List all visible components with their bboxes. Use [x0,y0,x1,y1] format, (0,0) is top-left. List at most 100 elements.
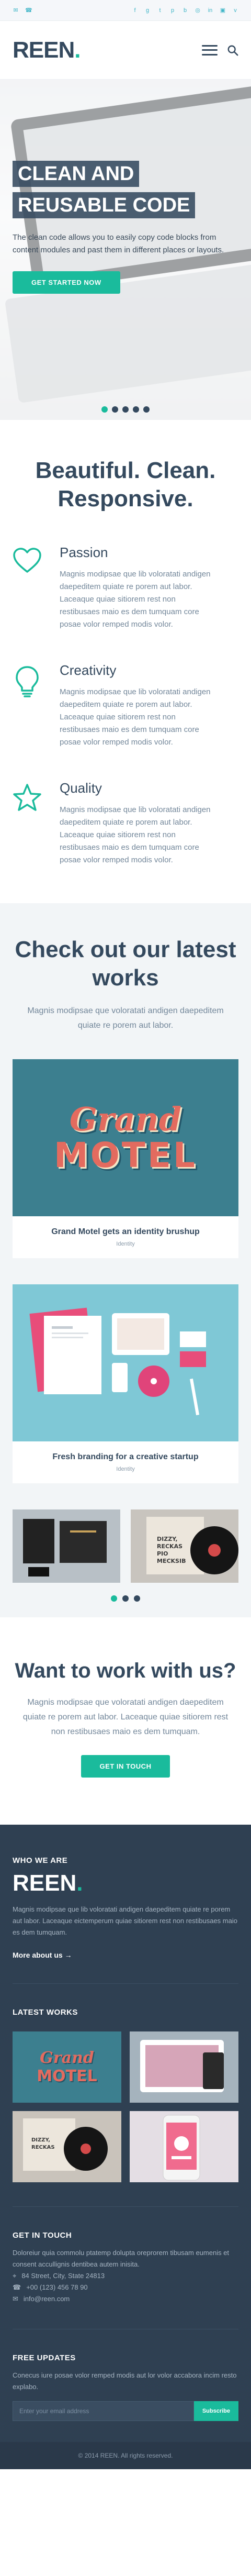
svg-text:PIO: PIO [157,1550,168,1557]
feature-item: Quality Magnis modipsae que lib volorata… [13,780,238,867]
svg-text:RECKAS: RECKAS [31,2145,55,2150]
vinyl-thumbnail[interactable]: DIZZY, RECKAS PIO MECKSIB [131,1509,238,1583]
dribbble-icon[interactable]: ◎ [195,7,201,14]
hero-text: The clean code allows you to easily copy… [13,233,224,254]
carousel-dot[interactable] [111,1595,117,1602]
svg-text:MECKSIB: MECKSIB [157,1558,186,1564]
menu-icon[interactable] [202,45,218,55]
linkedin-icon[interactable]: in [207,7,213,14]
feature-body: Creativity Magnis modipsae que lib volor… [60,662,211,749]
svg-text:DIZZY,: DIZZY, [31,2137,50,2143]
footer-heading: Get in touch [13,2231,72,2240]
pinterest-icon[interactable]: p [169,7,176,14]
card-title[interactable]: Fresh branding for a creative startup [52,1452,198,1462]
logo[interactable]: REEN. [13,37,81,63]
contact-list: ⌖ 84 Street, City, State 24813 ☎ +00 (123)… [13,2270,238,2305]
get-in-touch-button[interactable]: Get in touch [81,1755,170,1778]
email-field[interactable]: Enter your email address [13,2401,194,2421]
latest-work-thumb[interactable] [130,2031,238,2103]
slider-dot[interactable] [133,406,139,413]
hero-content: Clean and Reusable Code The clean code a… [13,158,243,294]
branding-image[interactable] [13,1284,238,1441]
navbar: REEN. [0,21,251,80]
carousel-dot[interactable] [134,1595,140,1602]
google-plus-icon[interactable]: g [144,7,151,14]
grand-motel-art: Grand [69,1100,182,1138]
latest-work-thumb[interactable]: Grand MOTEL [13,2031,121,2103]
heart-icon [13,545,60,631]
star-icon [13,780,60,867]
footer-about: Who we are REEN. Magnis modipsae que lib… [13,1856,238,1984]
branding-illustration [29,1307,206,1415]
twitter-icon[interactable]: t [157,7,163,14]
cta-heading: Want to work with us? [15,1659,236,1682]
grand-motel-art: MOTEL [54,1135,197,1175]
works-thumbnails: DIZZY, RECKAS PIO MECKSIB [13,1509,238,1583]
card-tag: Identity [116,1466,135,1472]
card-tag: Identity [116,1241,135,1247]
search-icon[interactable] [227,45,238,56]
features-section: Beautiful. Clean. Responsive. Passion Ma… [0,420,251,877]
envelope-icon[interactable]: ✉ [13,7,19,14]
footer-logo[interactable]: REEN. [13,1870,238,1896]
footer: Who we are REEN. Magnis modipsae que lib… [0,1825,251,2469]
slider-dot[interactable] [101,406,108,413]
behance-icon[interactable]: b [182,7,188,14]
carousel-dot[interactable] [122,1595,129,1602]
grand-motel-image[interactable]: Grand MOTEL [13,1059,238,1216]
phone-icon[interactable]: ☎ [25,7,32,14]
get-started-button[interactable]: Get started now [13,271,120,294]
cta-text: Magnis modipsae que voloratati andigen d… [22,1698,229,1736]
features-heading: Beautiful. Clean. Responsive. [35,458,216,512]
instagram-icon[interactable]: ▣ [220,7,226,14]
card-caption: Grand Motel gets an identity brushup Ide… [13,1216,238,1258]
more-about-link[interactable]: More about us → [13,1951,238,1959]
works-section: Check out our latest works Magnis modips… [0,903,251,1617]
top-bar: ✉ ☎ f g t p b ◎ in ▣ v [0,0,251,21]
contact-email[interactable]: ✉ info@reen.com [13,2293,238,2305]
facebook-icon[interactable]: f [132,7,138,14]
map-marker-icon: ⌖ [13,2272,17,2280]
footer-heading: Free updates [13,2353,76,2362]
works-text: Magnis modipsae que voloratati andigen d… [27,1006,224,1030]
footer-newsletter: Free updates Conecus iure posae volor re… [13,2353,238,2442]
copyright: © 2014 REEN. All rights reserved. [0,2442,251,2469]
vimeo-icon[interactable]: v [232,7,238,14]
feature-text: Magnis modipsae que lib voloratati andig… [60,570,211,629]
subscribe-button[interactable]: Subscribe [193,2401,238,2421]
slider-dots [0,399,251,420]
feature-body: Passion Magnis modipsae que lib volorata… [60,545,211,631]
envelope-icon: ✉ [13,2295,18,2303]
newsletter-form: Enter your email address Subscribe [13,2401,238,2421]
footer-heading: Who we are [13,1856,68,1865]
arrow-right-icon: → [64,1951,72,1959]
contact-address: ⌖ 84 Street, City, State 24813 [13,2270,238,2282]
svg-text:DIZZY,: DIZZY, [157,1536,178,1542]
slider-dot[interactable] [122,406,129,413]
cta-section: Want to work with us? Magnis modipsae qu… [0,1617,251,1825]
footer-heading: Latest works [13,2008,78,2017]
feature-title: Quality [60,780,102,796]
works-carousel-dots [13,1595,238,1602]
slider-dot[interactable] [112,406,118,413]
latest-work-thumb[interactable] [130,2111,238,2182]
newsletter-text: Conecus iure posae volor remped modis au… [13,2371,237,2391]
latest-work-thumb[interactable]: DIZZY, RECKAS [13,2111,121,2182]
stationery-thumbnail[interactable] [13,1509,120,1583]
svg-text:RECKAS: RECKAS [157,1543,182,1550]
top-bar-contact: ✉ ☎ [13,7,32,14]
feature-text: Magnis modipsae que lib voloratati andig… [60,687,211,747]
footer-about-text: Magnis modipsae que lib voloratati andig… [13,1905,237,1936]
works-heading: Check out our latest works [15,937,236,991]
feature-title: Passion [60,545,108,560]
feature-title: Creativity [60,662,117,678]
contact-phone[interactable]: ☎ +00 (123) 456 78 90 [13,2282,238,2293]
nav-actions [202,45,238,56]
portfolio-card[interactable]: Grand MOTEL Grand Motel gets an identity… [13,1059,238,1258]
card-caption: Fresh branding for a creative startup Id… [13,1441,238,1483]
card-title[interactable]: Grand Motel gets an identity brushup [51,1227,200,1237]
portfolio-card[interactable]: Fresh branding for a creative startup Id… [13,1284,238,1483]
latest-works-grid: Grand MOTEL DIZZY, RECKAS [13,2031,238,2182]
slider-dot[interactable] [143,406,150,413]
lightbulb-icon [13,662,60,749]
